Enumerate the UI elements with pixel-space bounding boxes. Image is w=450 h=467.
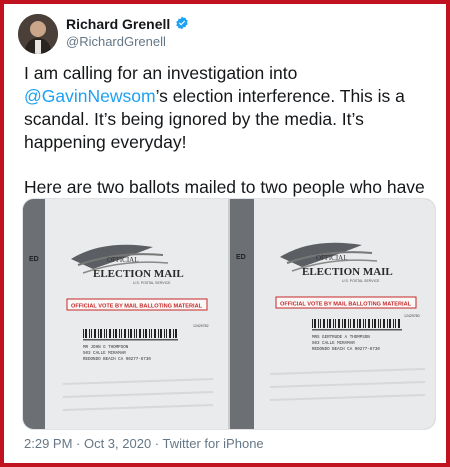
tweet-media[interactable]: ED OFFICIAL ELECTION MAIL U.S. POSTAL SE… [22,198,436,430]
ballot-2-side-tab: ED [236,254,246,261]
ballot-1-mail-sub: U.S. POSTAL SERVICE [133,281,171,285]
ballot-2-election-mail: ELECTION MAIL [302,266,393,278]
ballot-2-barcode-id: 12429780 [404,314,420,318]
ballot-1-election-mail: ELECTION MAIL [93,268,184,280]
ballot-1-address-2: 503 CALLE MIRAMAR [83,352,126,356]
ballot-2-address-1: MRS GERTRUDE A THOMPSON [312,336,370,340]
ballot-photo-2[interactable]: ED OFFICIAL ELECTION MAIL U.S. POSTAL SE… [230,199,435,429]
ballot-2-official: OFFICIAL [316,254,348,262]
display-name[interactable]: Richard Grenell [66,16,170,32]
ballot-2-mail-sub: U.S. POSTAL SERVICE [342,279,380,283]
tweet-card: Richard Grenell @RichardGrenell I am cal… [10,8,438,458]
ballot-1-barcode-id: 12429782 [193,324,209,328]
ballot-2-address-3: REDONDO BEACH CA 90277-6730 [312,348,380,352]
ballot-2-address-2: 503 CALLE MIRAMAR [312,342,355,346]
avatar[interactable] [18,14,58,54]
mention-link[interactable]: @GavinNewsom [24,86,156,106]
ballot-1-side-tab: ED [29,256,39,263]
ballot-photo-1[interactable]: ED OFFICIAL ELECTION MAIL U.S. POSTAL SE… [23,199,228,429]
user-handle[interactable]: @RichardGrenell [66,34,166,49]
ballot-2-banner: OFFICIAL VOTE BY MAIL BALLOTING MATERIAL [280,302,412,308]
tweet-paragraph-1: I am calling for an investigation into @… [24,62,434,154]
tweet-text-start: I am calling for an investigation into [24,63,298,83]
tweet-timestamp[interactable]: 2:29 PM · Oct 3, 2020 · Twitter for iPho… [24,436,264,451]
ballot-1-official: OFFICIAL [107,256,139,264]
verified-badge-icon [176,16,188,30]
ballot-1-banner: OFFICIAL VOTE BY MAIL BALLOTING MATERIAL [71,304,203,310]
ballot-1-address-1: MR JOHN G THOMPSON [83,346,129,350]
ballot-1-address-3: REDONDO BEACH CA 90277-6730 [83,358,151,362]
